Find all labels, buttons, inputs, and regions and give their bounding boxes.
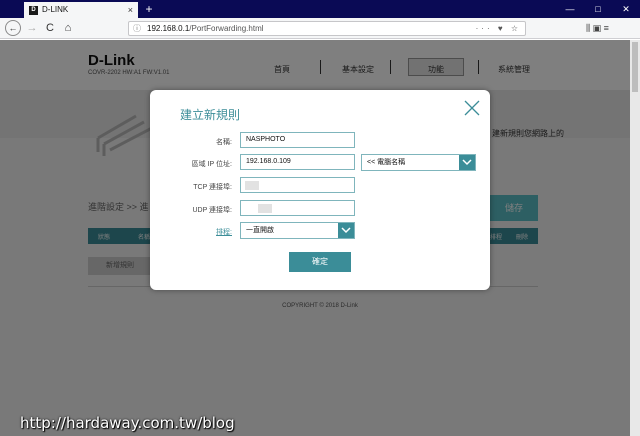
browser-navbar: ← → C ⌂ ⓘ 192.168.0.1/PortForwarding.htm… [0,18,640,39]
reload-button[interactable]: C [42,20,58,36]
redacted-value [258,204,272,213]
tcp-port-input[interactable] [240,177,355,193]
chevron-down-icon [459,155,475,170]
url-host: 192.168.0.1 [147,24,190,33]
maximize-button[interactable]: □ [584,0,612,18]
schedule-link[interactable]: 排程: [150,227,232,237]
udp-port-label: UDP 連接埠: [192,207,232,214]
forward-button[interactable]: → [24,20,40,36]
dlink-favicon-icon: D [29,6,38,15]
site-info-icon[interactable]: ⓘ [133,22,141,35]
new-tab-button[interactable]: + [142,0,156,18]
name-input[interactable]: NASPHOTO [240,132,355,148]
page-actions-icon[interactable]: ··· ♥ ☆ [476,22,521,35]
schedule-select[interactable]: 一直開啟 [240,222,355,239]
computer-name-select[interactable]: << 電腦名稱 [361,154,476,171]
chevron-down-icon [338,223,354,238]
url-path: /PortForwarding.html [189,24,264,33]
local-ip-input[interactable]: 192.168.0.109 [240,154,355,170]
watermark: http://hardaway.com.tw/blog [20,414,235,432]
tab-close-icon[interactable]: × [128,2,133,18]
minimize-button[interactable]: — [556,0,584,18]
computer-name-select-value: << 電腦名稱 [367,159,406,166]
confirm-button[interactable]: 確定 [289,252,351,272]
library-sidebar-menu-icon[interactable]: ⫼ ▣ ≡ [586,20,609,36]
udp-port-input[interactable] [240,200,355,216]
browser-titlebar: D D-LINK × + — □ ✕ [0,0,640,18]
redacted-value [245,181,259,190]
dialog-title: 建立新規則 [180,108,241,122]
home-button[interactable]: ⌂ [60,20,76,36]
close-window-button[interactable]: ✕ [612,0,640,18]
local-ip-label: 區域 IP 位址: [191,161,232,168]
tcp-port-label: TCP 連接埠: [193,184,232,191]
browser-tab[interactable]: D D-LINK × [24,2,138,18]
close-icon[interactable] [464,100,480,116]
back-button[interactable]: ← [5,20,21,36]
tab-title: D-LINK [42,5,69,14]
schedule-select-value: 一直開啟 [246,227,274,234]
page-scrollbar[interactable] [630,40,640,436]
name-label: 名稱: [216,139,232,146]
create-rule-dialog: 建立新規則 名稱: NASPHOTO 區域 IP 位址: 192.168.0.1… [150,90,490,290]
scrollbar-thumb[interactable] [632,42,638,92]
address-bar[interactable]: ⓘ 192.168.0.1/PortForwarding.html ··· ♥ … [128,21,526,36]
